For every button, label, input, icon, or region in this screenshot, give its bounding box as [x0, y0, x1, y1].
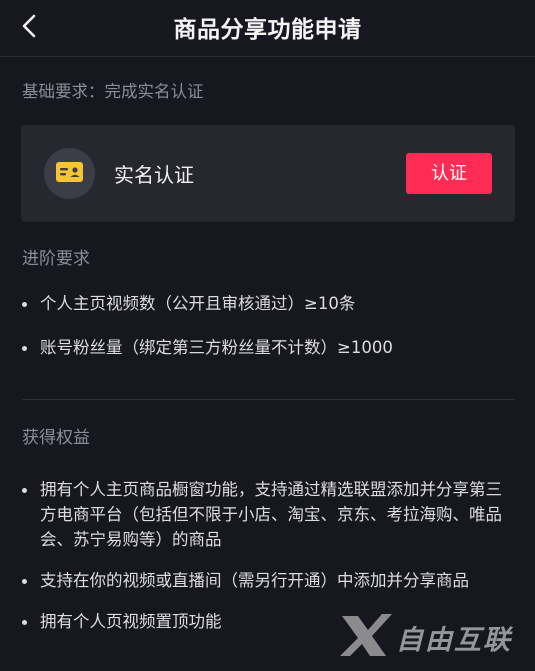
- advanced-list: 个人主页视频数（公开且审核通过）≥10条 账号粉丝量（绑定第三方粉丝量不计数）≥…: [22, 291, 512, 379]
- benefits-heading: 获得权益: [22, 428, 90, 448]
- id-card-icon: [56, 162, 83, 182]
- verify-button[interactable]: 认证: [406, 153, 492, 194]
- list-item: 拥有个人主页商品橱窗功能，支持通过精选联盟添加并分享第三方电商平台（包括但不限于…: [22, 477, 512, 552]
- verify-card-label: 实名认证: [114, 163, 194, 187]
- page-title: 商品分享功能申请: [173, 17, 362, 43]
- list-item: 个人主页视频数（公开且审核通过）≥10条: [22, 291, 512, 316]
- page: 商品分享功能申请 基础要求：完成实名认证 实名认证 认证 进阶要求 个人主页视频…: [0, 0, 535, 671]
- advanced-heading: 进阶要求: [22, 249, 90, 269]
- nav-bar: 商品分享功能申请: [0, 0, 535, 56]
- list-item: 支持在你的视频或直播间（需另行开通）中添加并分享商品: [22, 568, 512, 593]
- watermark: 自由互联: [338, 612, 528, 660]
- nav-divider: [0, 56, 535, 57]
- watermark-logo-icon: [340, 614, 392, 656]
- list-item: 账号粉丝量（绑定第三方粉丝量不计数）≥1000: [22, 335, 512, 360]
- verify-card: 实名认证 认证: [21, 125, 515, 222]
- id-card-icon-wrap: [44, 148, 95, 199]
- watermark-text: 自由互联: [396, 625, 512, 656]
- basic-requirement: 基础要求：完成实名认证: [22, 82, 204, 101]
- section-divider: [22, 399, 515, 400]
